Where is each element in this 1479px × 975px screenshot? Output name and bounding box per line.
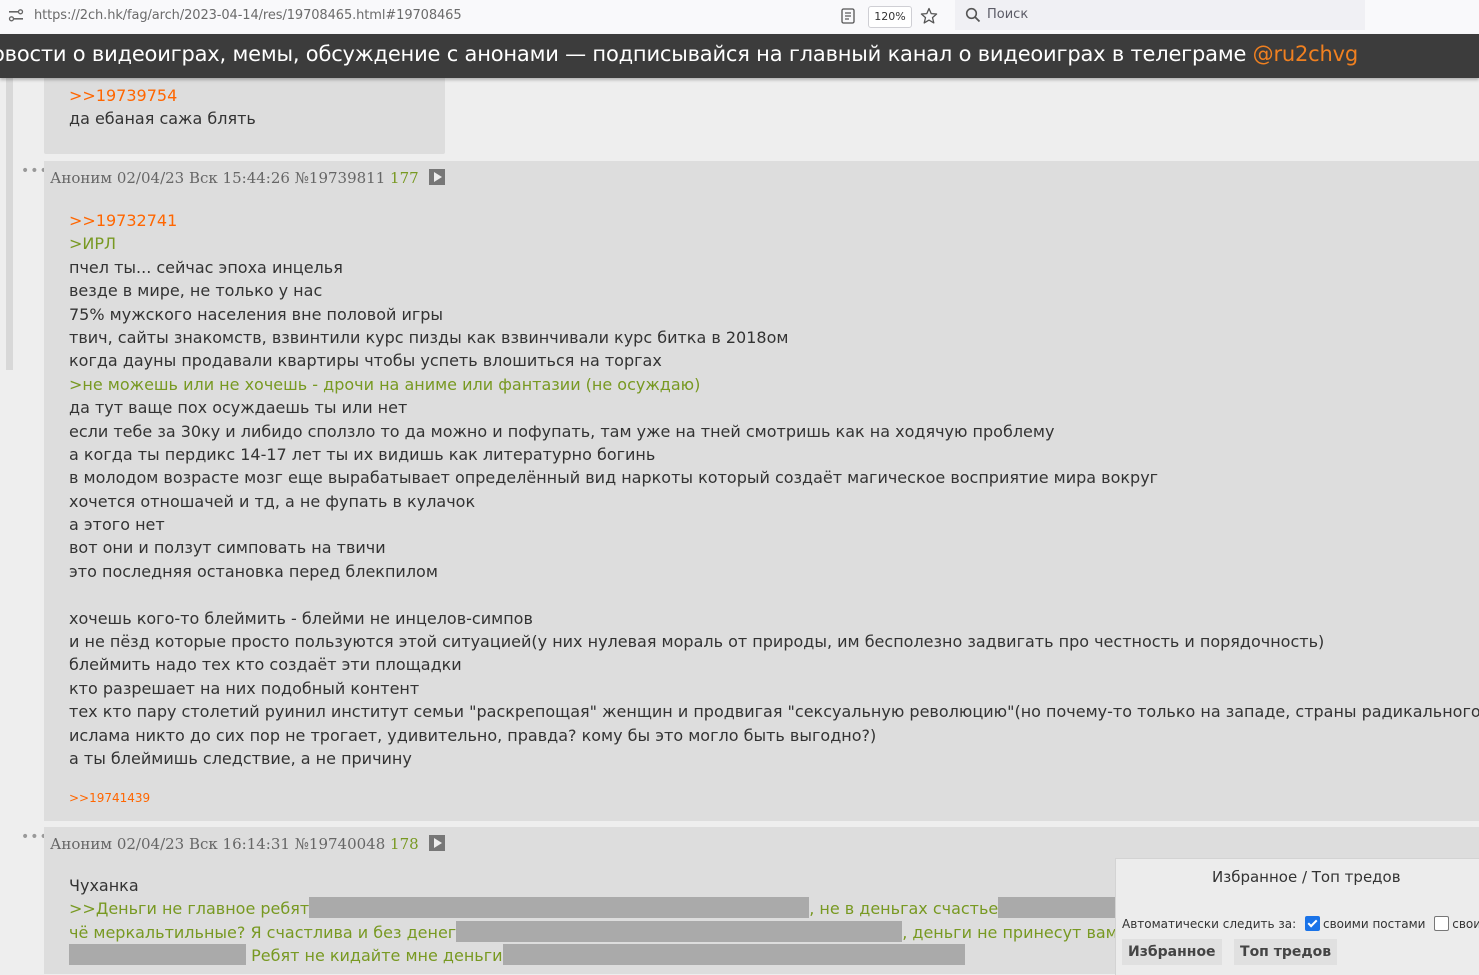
post-text-line: а ты блеймишь следствие, а не причину	[69, 748, 412, 768]
spoiler-block[interactable]	[309, 897, 810, 919]
tab-top-threads[interactable]: Топ тредов	[1234, 939, 1338, 965]
quote-line: >>Деньги не главное ребят , не в деньгах …	[69, 897, 1139, 920]
banner-telegram-link[interactable]: @ru2chvg	[1253, 42, 1359, 66]
watch-own-threads-label[interactable]: своим тр	[1452, 917, 1479, 931]
post-text-line: это последняя остановка перед блекпилом	[69, 561, 438, 581]
url-text[interactable]: https://2ch.hk/fag/arch/2023-04-14/res/1…	[34, 8, 462, 23]
browser-toolbar: https://2ch.hk/fag/arch/2023-04-14/res/1…	[0, 0, 1479, 35]
post-header: Аноним 02/04/23 Вск 16:14:31 №19740048 1…	[50, 835, 446, 853]
quote-text: , не в деньгах счастье	[809, 899, 999, 919]
reader-view-icon[interactable]	[840, 8, 856, 24]
post-text-line: а этого нет	[69, 515, 165, 535]
post-text-line: везде в мире, не только у нас	[69, 281, 323, 301]
post-author: Аноним	[50, 835, 113, 853]
post-header: Аноним 02/04/23 Вск 15:44:26 №19739811 1…	[50, 169, 446, 187]
post-text-line: в молодом возрасте мозг еще вырабатывает…	[69, 468, 1159, 488]
post-text-line: ислама никто до сих пор не трогает, удив…	[69, 725, 877, 745]
tab-favorites[interactable]: Избранное	[1122, 939, 1222, 965]
telegram-banner[interactable]: овости о видеоиграх, мемы, обсуждение с …	[0, 34, 1479, 78]
post-text-line	[69, 583, 1479, 606]
site-settings-icon[interactable]	[8, 8, 24, 24]
backlink[interactable]: >>19741439	[69, 791, 150, 805]
auto-watch-label: Автоматически следить за:	[1122, 917, 1297, 931]
zoom-level-button[interactable]: 120%	[868, 6, 912, 28]
watch-own-threads-checkbox[interactable]	[1434, 916, 1450, 931]
auto-watch-row: Автоматически следить за: своими постами…	[1122, 916, 1479, 931]
post-19739811: Аноним 02/04/23 Вск 15:44:26 №19739811 1…	[44, 161, 1479, 821]
favorites-panel-title: Избранное / Топ тредов	[1212, 868, 1401, 886]
search-icon	[965, 7, 981, 23]
quote-text: чё меркальтильные? Я счастлива и без ден…	[69, 922, 457, 942]
post-text-line: хочется отношачей и тд, а не фупать в ку…	[69, 491, 476, 511]
post-text-line: если тебе за 30ку и либидо сползло то да…	[69, 421, 1055, 441]
post-id-link[interactable]: №19740048	[295, 835, 386, 853]
play-icon[interactable]	[429, 835, 446, 851]
play-icon[interactable]	[429, 169, 446, 185]
post-text-line: да тут ваще пох осуждаешь ты или нет	[69, 398, 408, 418]
post-text-line: хочешь кого-то блеймить - блейми не инце…	[69, 608, 533, 628]
favorites-tabs: Избранное Топ тредов	[1122, 939, 1345, 965]
post-text-line: кто разрешает на них подобный контент	[69, 678, 420, 698]
search-field[interactable]: Поиск	[955, 0, 1365, 30]
post-text-line: да ебаная сажа блять	[69, 109, 256, 129]
bookmark-star-icon[interactable]	[920, 7, 938, 25]
reply-link[interactable]: >>19739754	[69, 84, 256, 107]
post-date: 02/04/23 Вск 16:14:31	[116, 835, 290, 853]
post-text-line: и не пёзд которые просто пользуются этой…	[69, 632, 1325, 652]
spoiler-block[interactable]	[69, 944, 246, 966]
favorites-panel: Избранное / Топ тредов Автоматически сле…	[1115, 858, 1479, 975]
post-text-line: а когда ты пердикс 14-17 лет ты их видиш…	[69, 444, 656, 464]
left-scrollbar[interactable]	[6, 78, 13, 370]
watch-own-posts-checkbox[interactable]	[1304, 916, 1320, 931]
post-text-line: вот они и ползут симповать на твичи	[69, 538, 386, 558]
post-number: 178	[390, 835, 419, 853]
quote-text: , деньги не принесут вам с	[902, 922, 1132, 942]
address-bar[interactable]: https://2ch.hk/fag/arch/2023-04-14/res/1…	[0, 2, 950, 30]
post-text-line: твич, сайты знакомств, взвинтили курс пи…	[69, 327, 789, 347]
spoiler-block[interactable]	[456, 920, 903, 942]
post-id-link[interactable]: №19739811	[295, 169, 386, 187]
search-placeholder: Поиск	[987, 7, 1029, 22]
post-text-line: когда дауны продавали квартиры чтобы усп…	[69, 351, 662, 371]
post-text-line: пчел ты... сейчас эпоха инцелья	[69, 257, 343, 277]
quote-text: >>Деньги не главное ребят	[69, 899, 310, 919]
post-author: Аноним	[50, 169, 113, 187]
quote-line: >ИРЛ	[69, 234, 117, 254]
spoiler-block[interactable]	[502, 944, 965, 966]
quote-line: чё меркальтильные? Я счастлива и без ден…	[69, 920, 1138, 944]
banner-message: овости о видеоиграх, мемы, обсуждение с …	[0, 42, 1253, 66]
quote-line: >не можешь или не хочешь - дрочи на аним…	[69, 374, 701, 394]
post-text-line: блеймить надо тех кто создаёт эти площад…	[69, 655, 462, 675]
post-date: 02/04/23 Вск 15:44:26	[116, 169, 290, 187]
post-text-line: Чуханка	[69, 876, 139, 895]
banner-text: овости о видеоиграх, мемы, обсуждение с …	[0, 42, 1358, 66]
post-body: >>19732741 >ИРЛ пчел ты... сейчас эпоха и…	[69, 209, 1479, 770]
post-body: >>19739754 да ебаная сажа блять	[69, 84, 256, 131]
post-body: Чуханка >>Деньги не главное ребят , не в …	[69, 874, 1139, 968]
post-text-line: 75% мужского населения вне половой игры	[69, 304, 444, 324]
watch-own-posts-label[interactable]: своими постами	[1323, 917, 1425, 931]
post-number: 177	[390, 169, 419, 187]
quote-text: Ребят не кидайте мне деньги	[246, 946, 503, 966]
reply-link[interactable]: >>19732741	[69, 209, 1479, 232]
post-text-line: тех кто пару столетий руинил институт се…	[69, 702, 1479, 722]
quote-line: Ребят не кидайте мне деньги	[69, 944, 1138, 967]
